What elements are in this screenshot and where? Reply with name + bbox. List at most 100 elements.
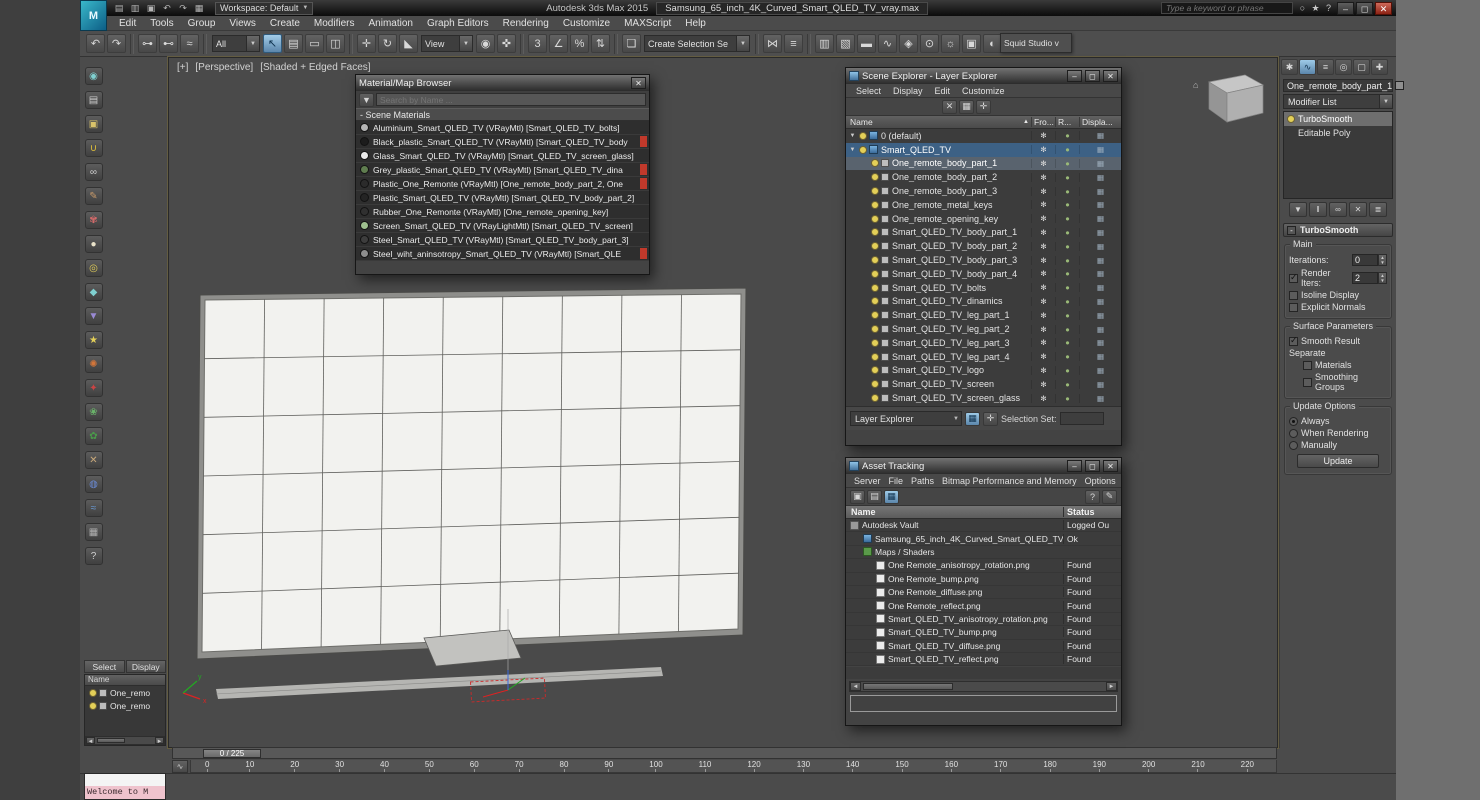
timeline-tick[interactable]: 20 <box>290 760 299 772</box>
redo-icon[interactable]: ↷ <box>107 34 126 53</box>
browser-options-icon[interactable]: ▼ <box>359 92 374 107</box>
asset-menu-file[interactable]: File <box>885 476 908 486</box>
menu-modifiers[interactable]: Modifiers <box>307 16 362 31</box>
object-row[interactable]: One_remote_body_part_2 ✻ ● ▦ <box>846 170 1121 184</box>
time-slider-button[interactable]: 0 / 225 <box>203 749 261 758</box>
earth-icon[interactable]: ◍ <box>84 475 103 493</box>
hierarchy-tab[interactable]: ≡ <box>1317 59 1334 75</box>
droplet-icon[interactable]: ✦ <box>84 379 103 397</box>
help-circle-icon[interactable]: ? <box>84 547 103 565</box>
object-row[interactable]: Smart_QLED_TV_dinamics ✻ ● ▦ <box>846 295 1121 309</box>
material-editor-icon[interactable]: ⊙ <box>920 34 939 53</box>
create-tab[interactable]: ✱ <box>1281 59 1298 75</box>
plant-icon[interactable]: ❀ <box>84 403 103 421</box>
asset-menu-paths[interactable]: Paths <box>907 476 938 486</box>
mirror-icon[interactable]: ⋈ <box>763 34 782 53</box>
render-toggle-icon[interactable]: ● <box>1055 324 1079 334</box>
use-pivot-point-icon[interactable]: ◉ <box>476 34 495 53</box>
star-icon[interactable]: ★ <box>84 331 103 349</box>
visibility-bulb-icon[interactable] <box>871 200 879 209</box>
menu-edit[interactable]: Edit <box>112 16 143 31</box>
render-toggle-icon[interactable]: ● <box>1055 296 1079 306</box>
visibility-bulb-icon[interactable] <box>871 325 879 334</box>
object-row[interactable]: Smart_QLED_TV_screen ✻ ● ▦ <box>846 377 1121 391</box>
scrollbar-thumb[interactable] <box>863 683 953 690</box>
project-folder-icon[interactable]: ▦ <box>192 2 206 14</box>
scroll-right-icon[interactable]: ► <box>155 737 164 745</box>
maxscript-mini-listener[interactable]: Welcome to M <box>84 773 166 800</box>
asset-row[interactable]: Autodesk Vault Logged Ou <box>846 519 1121 533</box>
visibility-bulb-icon[interactable] <box>859 145 867 154</box>
material-item[interactable]: Screen_Smart_QLED_TV (VRayLightMtl) [Sma… <box>356 219 649 233</box>
workspace-dropdown[interactable]: Workspace: Default ▼ <box>215 1 314 15</box>
timeline-tick[interactable]: 130 <box>797 760 810 772</box>
timeline-tick[interactable]: 220 <box>1241 760 1254 772</box>
display-toggle-icon[interactable]: ▦ <box>1079 227 1121 237</box>
spinner-arrows-icon[interactable]: ▲ ▼ <box>1378 272 1387 284</box>
timeline-tick[interactable]: 0 <box>205 760 209 772</box>
display-toggle-icon[interactable]: ▦ <box>1079 172 1121 182</box>
magnet-icon[interactable]: ∪ <box>84 139 103 157</box>
display-toggle-icon[interactable]: ▦ <box>1079 352 1121 362</box>
select-and-rotate-icon[interactable]: ↻ <box>378 34 397 53</box>
material-browser-titlebar[interactable]: Material/Map Browser ✕ <box>356 75 649 91</box>
listener-field[interactable]: Welcome to M <box>85 786 165 799</box>
mini-name-header[interactable]: Name <box>85 675 165 686</box>
foliage-icon[interactable]: ✿ <box>84 427 103 445</box>
frozen-toggle-icon[interactable]: ✻ <box>1031 338 1055 348</box>
timeline-tick[interactable]: 120 <box>747 760 761 772</box>
modifier-stack-item[interactable]: Editable Poly <box>1284 126 1392 140</box>
material-item[interactable]: Plastic_Smart_QLED_TV (VRayMtl) [Smart_Q… <box>356 191 649 205</box>
3ds-max-logo-icon[interactable]: M <box>80 0 107 31</box>
link-chain-icon[interactable]: ∞ <box>84 163 103 181</box>
select-object-icon[interactable]: ↖ <box>263 34 282 53</box>
render-toggle-icon[interactable]: ● <box>1055 379 1079 389</box>
configure-modifier-sets-button[interactable]: ≣ <box>1369 202 1387 217</box>
object-row[interactable]: Smart_QLED_TV_body_part_4 ✻ ● ▦ <box>846 267 1121 281</box>
explorer-menu-edit[interactable]: Edit <box>929 86 957 96</box>
menu-animation[interactable]: Animation <box>361 16 419 31</box>
render-toggle-icon[interactable]: ● <box>1055 338 1079 348</box>
frozen-toggle-icon[interactable]: ✻ <box>1031 365 1055 375</box>
modifier-bulb-icon[interactable] <box>1287 115 1295 123</box>
display-toggle-icon[interactable]: ▦ <box>1079 324 1121 334</box>
snaps-toggle-icon[interactable]: 3 <box>528 34 547 53</box>
scene-materials-section-header[interactable]: - Scene Materials <box>356 108 649 121</box>
align-icon[interactable]: ≡ <box>784 34 803 53</box>
frozen-toggle-icon[interactable]: ✻ <box>1031 393 1055 403</box>
menu-tools[interactable]: Tools <box>143 16 180 31</box>
notes-icon[interactable]: ▤ <box>84 91 103 109</box>
render-iters-spinner[interactable]: 2 ▲ ▼ <box>1352 272 1387 284</box>
title-bar[interactable]: ▤ ▥ ▣ ↶ ↷ ▦ Workspace: Default ▼ Autodesk 3ds… <box>107 0 1396 16</box>
timeline-tick[interactable]: 170 <box>994 760 1007 772</box>
display-toggle-icon[interactable]: ▦ <box>1079 200 1121 210</box>
frozen-toggle-icon[interactable]: ✻ <box>1031 214 1055 224</box>
material-item[interactable]: Glass_Smart_QLED_TV (VRayMtl) [Smart_QLE… <box>356 149 649 163</box>
asset-tracking-titlebar[interactable]: Asset Tracking – ◻ ✕ <box>846 458 1121 474</box>
toggle-layer-explorer-icon[interactable]: ▧ <box>836 34 855 53</box>
asset-row[interactable]: One Remote_anisotropy_rotation.png Found <box>846 559 1121 573</box>
angle-snap-icon[interactable]: ∠ <box>549 34 568 53</box>
explicit-normals-checkbox[interactable] <box>1289 302 1298 312</box>
redo-small-icon[interactable]: ↷ <box>176 2 190 14</box>
render-toggle-icon[interactable]: ● <box>1055 241 1079 251</box>
frozen-toggle-icon[interactable]: ✻ <box>1031 131 1055 141</box>
explorer-menu-select[interactable]: Select <box>850 86 887 96</box>
water-icon[interactable]: ≈ <box>84 499 103 517</box>
render-toggle-icon[interactable]: ● <box>1055 393 1079 403</box>
visibility-bulb-icon[interactable] <box>871 214 879 223</box>
display-toggle-icon[interactable]: ▦ <box>1079 393 1121 403</box>
toggle-scene-explorer-icon[interactable]: ▥ <box>815 34 834 53</box>
menu-rendering[interactable]: Rendering <box>496 16 556 31</box>
maximize-icon[interactable]: ◻ <box>1085 460 1100 472</box>
object-row[interactable]: Smart_QLED_TV_leg_part_2 ✻ ● ▦ <box>846 322 1121 336</box>
scroll-left-icon[interactable]: ◄ <box>850 682 861 691</box>
modify-tab[interactable]: ∿ <box>1299 59 1316 75</box>
motion-tab[interactable]: ◎ <box>1335 59 1352 75</box>
help-icon[interactable]: ? <box>1085 489 1100 504</box>
timeline-tick[interactable]: 210 <box>1191 760 1205 772</box>
materials-checkbox[interactable] <box>1303 360 1312 370</box>
display-toggle-icon[interactable]: ▦ <box>1079 296 1121 306</box>
details-view-icon[interactable]: ▤ <box>867 489 882 504</box>
visibility-bulb-icon[interactable] <box>859 131 867 140</box>
